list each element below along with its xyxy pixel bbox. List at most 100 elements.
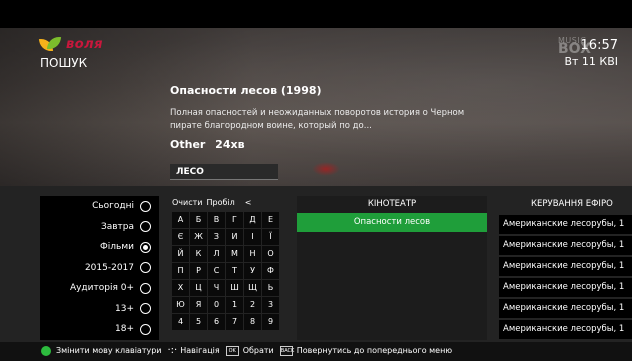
epg-result-item[interactable]: Американские лесорубы, 1	[499, 278, 632, 297]
keyboard-key[interactable]: І	[244, 229, 261, 245]
keyboard-row: ЮЯ0123	[172, 297, 280, 313]
legend-back: Повернутись до попереднього меню	[296, 346, 453, 355]
keyboard-key[interactable]: И	[226, 229, 243, 245]
keyboard-key[interactable]: 2	[244, 297, 261, 313]
radio-icon	[140, 282, 151, 294]
keyboard-key[interactable]: Я	[190, 297, 207, 313]
keyboard-controls: Очисти Пробіл <	[172, 196, 280, 210]
keyboard-row: ЄЖЗИІЇ	[172, 229, 280, 245]
key-legend: Змінити мову клавіатури ·:· Навігація OK…	[41, 345, 452, 356]
keyboard-key[interactable]: 3	[262, 297, 279, 313]
keyboard-backspace-button[interactable]: <	[245, 196, 252, 210]
keyboard-space-button[interactable]: Пробіл	[206, 196, 234, 210]
filter-years[interactable]: 2015-2017	[40, 258, 159, 279]
movie-meta: Other 24хв	[170, 138, 245, 151]
keyboard-key[interactable]: В	[208, 212, 225, 228]
keyboard-key[interactable]: Ж	[190, 229, 207, 245]
keyboard-key[interactable]: Ш	[226, 280, 243, 296]
keyboard-key[interactable]: Ю	[172, 297, 189, 313]
keyboard-row: 456789	[172, 314, 280, 330]
radio-icon	[140, 262, 151, 274]
keyboard-key[interactable]: Е	[262, 212, 279, 228]
epg-results: КЕРУВАННЯ ЕФІРО Американские лесорубы, 1…	[499, 196, 632, 340]
clock-date: Вт 11 КВІ	[564, 55, 618, 68]
movie-title: Опасности лесов (1998)	[170, 84, 322, 97]
keyboard-key[interactable]: 4	[172, 314, 189, 330]
epg-result-item[interactable]: Американские лесорубы, 1	[499, 320, 632, 339]
keyboard-key[interactable]: Д	[244, 212, 261, 228]
filter-tomorrow[interactable]: Завтра	[40, 217, 159, 238]
keyboard-key[interactable]: Ф	[262, 263, 279, 279]
keyboard-key[interactable]: Л	[208, 246, 225, 262]
keyboard-key[interactable]: 6	[208, 314, 225, 330]
keyboard-key[interactable]: Щ	[244, 280, 261, 296]
epg-result-item[interactable]: Американские лесорубы, 1	[499, 257, 632, 276]
filter-today[interactable]: Сьогодні	[40, 196, 159, 217]
keyboard-key[interactable]: П	[172, 263, 189, 279]
keyboard-key[interactable]: З	[208, 229, 225, 245]
epg-result-item[interactable]: Американские лесорубы, 1	[499, 215, 632, 234]
keyboard-key[interactable]: У	[244, 263, 261, 279]
keyboard-key[interactable]: Р	[190, 263, 207, 279]
filter-audience-18[interactable]: 18+	[40, 319, 159, 340]
keyboard-key[interactable]: А	[172, 212, 189, 228]
green-button-icon	[41, 345, 51, 356]
onscreen-keyboard: Очисти Пробіл < АБВГДЕЄЖЗИІЇЙКЛМНОПРСТУФ…	[172, 196, 280, 331]
keyboard-key[interactable]: Б	[190, 212, 207, 228]
keyboard-key[interactable]: Г	[226, 212, 243, 228]
keyboard-key[interactable]: О	[262, 246, 279, 262]
keyboard-row: АБВГДЕ	[172, 212, 280, 228]
keyboard-key[interactable]: К	[190, 246, 207, 262]
epg-result-item[interactable]: Американские лесорубы, 1	[499, 236, 632, 255]
keyboard-key[interactable]: 1	[226, 297, 243, 313]
epg-header: КЕРУВАННЯ ЕФІРО	[531, 199, 613, 209]
radio-icon	[140, 221, 151, 233]
movie-duration: 24хв	[215, 138, 245, 151]
filter-audience-0[interactable]: Аудиторія 0+	[40, 278, 159, 299]
keyboard-clear-button[interactable]: Очисти	[172, 196, 202, 210]
keyboard-key[interactable]: 9	[262, 314, 279, 330]
movie-genre: Other	[170, 138, 206, 151]
keyboard-key[interactable]: Ї	[262, 229, 279, 245]
keyboard-row: ЙКЛМНО	[172, 246, 280, 262]
back-key-icon: BACK	[279, 345, 295, 356]
filter-films[interactable]: Фільми	[40, 237, 159, 258]
movie-description: Полная опасностей и неожиданных поворото…	[170, 108, 465, 131]
epg-result-item[interactable]: Американские лесорубы, 1	[499, 299, 632, 318]
keyboard-key[interactable]: Т	[226, 263, 243, 279]
provider-logo: воля	[38, 35, 104, 53]
top-bar	[0, 0, 632, 28]
keyboard-key[interactable]: Є	[172, 229, 189, 245]
ok-key-icon: OK	[225, 345, 239, 356]
radio-icon	[140, 323, 151, 335]
keyboard-key[interactable]: 8	[244, 314, 261, 330]
filter-audience-13[interactable]: 13+	[40, 299, 159, 320]
keyboard-key[interactable]: Ь	[262, 280, 279, 296]
keyboard-row: ХЦЧШЩЬ	[172, 280, 280, 296]
filter-list: Сьогодні Завтра Фільми 2015-2017 Аудитор…	[40, 196, 159, 340]
cinema-result-item[interactable]: Опасности лесов	[297, 213, 487, 232]
search-input[interactable]: ЛЕСО	[170, 164, 278, 180]
cinema-header: КІНОТЕАТР	[367, 199, 417, 209]
keyboard-key[interactable]: Н	[244, 246, 261, 262]
cinema-results: КІНОТЕАТР Опасности лесов	[297, 196, 487, 340]
keyboard-key[interactable]: Ч	[208, 280, 225, 296]
keyboard-key[interactable]: Х	[172, 280, 189, 296]
keyboard-key[interactable]: С	[208, 263, 225, 279]
legend-ok: Обрати	[242, 346, 274, 355]
backdrop-detail	[312, 162, 340, 176]
keyboard-key[interactable]: Ц	[190, 280, 207, 296]
keyboard-keys: АБВГДЕЄЖЗИІЇЙКЛМНОПРСТУФХЦЧШЩЬЮЯ01234567…	[172, 212, 280, 330]
navigation-arrows-icon: ·:·	[167, 345, 178, 356]
legend-navigation: Навігація	[180, 346, 220, 355]
keyboard-key[interactable]: 0	[208, 297, 225, 313]
radio-icon	[140, 303, 151, 315]
logo-text: воля	[66, 36, 104, 52]
logo-leaf-icon	[38, 35, 62, 53]
keyboard-key[interactable]: М	[226, 246, 243, 262]
radio-selected-icon	[140, 241, 151, 253]
keyboard-key[interactable]: 7	[226, 314, 243, 330]
keyboard-key[interactable]: 5	[190, 314, 207, 330]
clock-time: 16:57	[580, 38, 618, 53]
keyboard-key[interactable]: Й	[172, 246, 189, 262]
